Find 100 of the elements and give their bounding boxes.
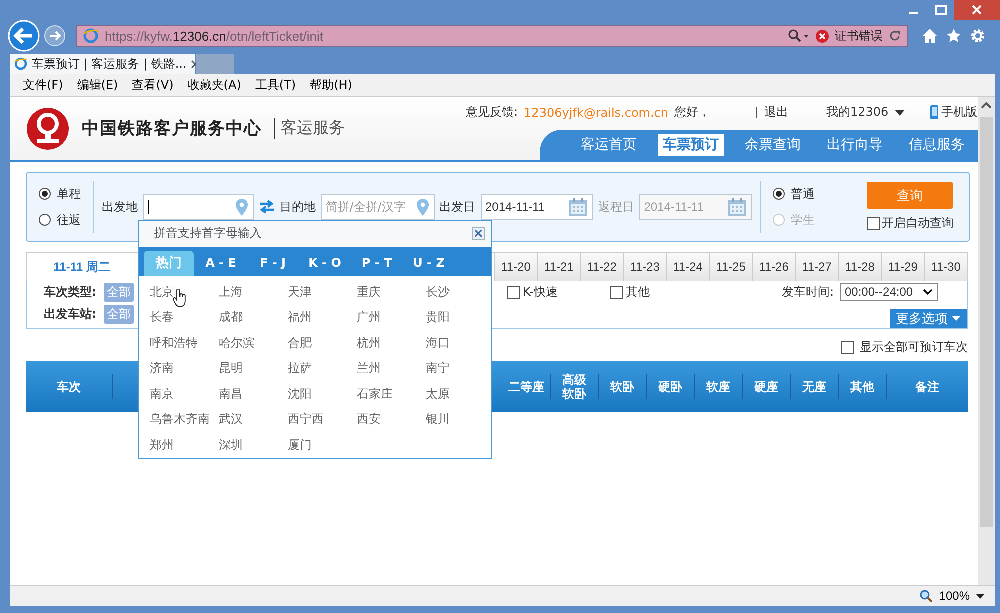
letter-tab[interactable]: A - E bbox=[196, 250, 246, 276]
star-icon[interactable] bbox=[946, 28, 962, 44]
city-option[interactable]: 天津 bbox=[288, 280, 357, 305]
city-option[interactable]: 杭州 bbox=[357, 330, 426, 356]
city-option[interactable]: 重庆 bbox=[357, 280, 426, 305]
letter-tab[interactable]: U - Z bbox=[404, 250, 454, 276]
city-option[interactable]: 长春 bbox=[150, 305, 219, 330]
city-option[interactable]: 郑州 bbox=[150, 432, 219, 458]
date-tab[interactable]: 11-27 bbox=[795, 253, 838, 281]
menu-item[interactable]: 收藏夹(A) bbox=[180, 76, 248, 94]
city-option[interactable]: 济南 bbox=[150, 356, 219, 382]
letter-tab[interactable]: K - O bbox=[300, 250, 350, 276]
refresh-icon[interactable] bbox=[889, 30, 901, 42]
browser-tab[interactable]: 车票预订 | 客运服务 | 铁路... bbox=[10, 54, 195, 74]
column-header: 软座 bbox=[695, 374, 743, 399]
date-field[interactable]: 2014-11-11 bbox=[480, 194, 594, 220]
date-tab[interactable]: 11-24 bbox=[666, 253, 709, 281]
logout-link[interactable]: 退出 bbox=[764, 104, 788, 121]
nav-tab[interactable]: 车票预订 bbox=[658, 134, 724, 156]
popup-hint: 拼音支持首字母输入 bbox=[154, 225, 262, 242]
departure-field[interactable] bbox=[143, 194, 254, 220]
location-pin-icon bbox=[234, 198, 249, 216]
date-tab[interactable]: 11-23 bbox=[623, 253, 666, 281]
city-option[interactable]: 成都 bbox=[219, 305, 288, 330]
city-option[interactable]: 合肥 bbox=[288, 330, 357, 356]
checkbox-label: 开启自动查询 bbox=[882, 215, 954, 232]
city-option[interactable]: 厦门 bbox=[288, 432, 357, 458]
menu-item[interactable]: 查看(V) bbox=[125, 76, 181, 94]
column-header: 其他 bbox=[839, 374, 887, 399]
mobile-link[interactable]: 手机版 bbox=[942, 104, 978, 121]
city-option[interactable]: 兰州 bbox=[357, 356, 426, 382]
city-option[interactable]: 北京 bbox=[150, 280, 219, 305]
certificate-error-link[interactable]: 证书错误 bbox=[835, 28, 883, 44]
menu-item[interactable]: 文件(F) bbox=[16, 76, 70, 94]
city-option[interactable]: 昆明 bbox=[219, 356, 288, 382]
date-tab[interactable]: 11-28 bbox=[838, 253, 881, 281]
city-option[interactable]: 广州 bbox=[357, 305, 426, 330]
menu-item[interactable]: 编辑(E) bbox=[70, 76, 126, 94]
radio-button[interactable] bbox=[39, 214, 51, 226]
city-option[interactable]: 贵阳 bbox=[426, 305, 495, 330]
date-tab[interactable]: 11-22 bbox=[580, 253, 623, 281]
date-tab[interactable]: 11-25 bbox=[709, 253, 752, 281]
date-tab[interactable]: 11-20 bbox=[494, 253, 537, 281]
city-option[interactable]: 银川 bbox=[426, 407, 495, 432]
date-tab[interactable]: 11-29 bbox=[881, 253, 924, 281]
checkbox[interactable] bbox=[841, 340, 854, 354]
checkbox[interactable] bbox=[507, 286, 520, 298]
nav-tab[interactable]: 余票查询 bbox=[740, 134, 806, 156]
nav-tab[interactable]: 出行向导 bbox=[822, 134, 888, 156]
caret-icon[interactable] bbox=[976, 594, 985, 598]
filter-label: 出发车站: bbox=[44, 306, 98, 322]
calendar-icon[interactable] bbox=[568, 197, 588, 217]
more-options-button[interactable]: 更多选项 bbox=[890, 309, 967, 328]
city-option[interactable]: 太原 bbox=[426, 382, 495, 407]
city-option[interactable]: 福州 bbox=[288, 305, 357, 330]
address-field[interactable]: https://kyfw.12306.cn/otn/leftTicket/init 证书错误 bbox=[76, 25, 908, 47]
close-icon[interactable] bbox=[954, 0, 1000, 20]
city-option[interactable]: 呼和浩特 bbox=[150, 330, 219, 356]
city-option[interactable]: 武汉 bbox=[219, 407, 288, 432]
city-option[interactable]: 深圳 bbox=[219, 432, 288, 458]
checkbox[interactable] bbox=[610, 286, 623, 298]
letter-tab[interactable]: F - J bbox=[248, 250, 298, 276]
scrollbar-thumb[interactable] bbox=[980, 117, 993, 527]
search-icon[interactable] bbox=[788, 29, 810, 43]
date-tab[interactable]: 11-21 bbox=[537, 253, 580, 281]
city-option[interactable]: 南昌 bbox=[219, 382, 288, 407]
forward-icon[interactable] bbox=[44, 25, 66, 47]
site-title: 中国铁路客户服务中心 bbox=[82, 118, 262, 140]
city-option[interactable]: 拉萨 bbox=[288, 356, 357, 382]
city-option[interactable]: 海口 bbox=[426, 330, 495, 356]
back-icon[interactable] bbox=[8, 20, 40, 52]
city-option[interactable]: 西宁西 bbox=[288, 407, 357, 432]
city-option[interactable]: 上海 bbox=[219, 280, 288, 305]
nav-tab[interactable]: 客运首页 bbox=[576, 134, 642, 156]
city-option[interactable]: 西安 bbox=[357, 407, 426, 432]
city-option[interactable]: 长沙 bbox=[426, 280, 495, 305]
city-option[interactable]: 沈阳 bbox=[288, 382, 357, 407]
account-link[interactable]: 我的12306 bbox=[826, 104, 889, 121]
letter-tab[interactable]: P - T bbox=[352, 250, 402, 276]
city-option[interactable]: 南京 bbox=[150, 382, 219, 407]
radio-selected[interactable] bbox=[39, 188, 51, 200]
menu-item[interactable]: 帮助(H) bbox=[303, 76, 360, 94]
city-option[interactable]: 南宁 bbox=[426, 356, 495, 382]
nav-tab[interactable]: 信息服务 bbox=[904, 134, 970, 156]
radio-selected[interactable] bbox=[773, 188, 785, 200]
city-option[interactable]: 哈尔滨 bbox=[219, 330, 288, 356]
checkbox-label: 其他 bbox=[626, 284, 650, 300]
swap-icon[interactable] bbox=[258, 200, 275, 214]
close-button[interactable] bbox=[472, 227, 485, 240]
time-select[interactable]: 00:00--24:00 bbox=[840, 283, 938, 301]
date-tab[interactable]: 11-26 bbox=[752, 253, 795, 281]
checkbox[interactable] bbox=[867, 217, 880, 230]
city-option[interactable]: 石家庄 bbox=[357, 382, 426, 407]
date-tab[interactable]: 11-30 bbox=[924, 253, 967, 281]
zoom-level[interactable]: 100% bbox=[939, 589, 970, 603]
menu-item[interactable]: 工具(T) bbox=[248, 76, 304, 94]
settings-icon[interactable] bbox=[970, 28, 986, 44]
caret-icon[interactable] bbox=[894, 110, 905, 116]
city-option[interactable]: 乌鲁木齐南 bbox=[150, 407, 219, 432]
home-icon[interactable] bbox=[922, 28, 938, 44]
